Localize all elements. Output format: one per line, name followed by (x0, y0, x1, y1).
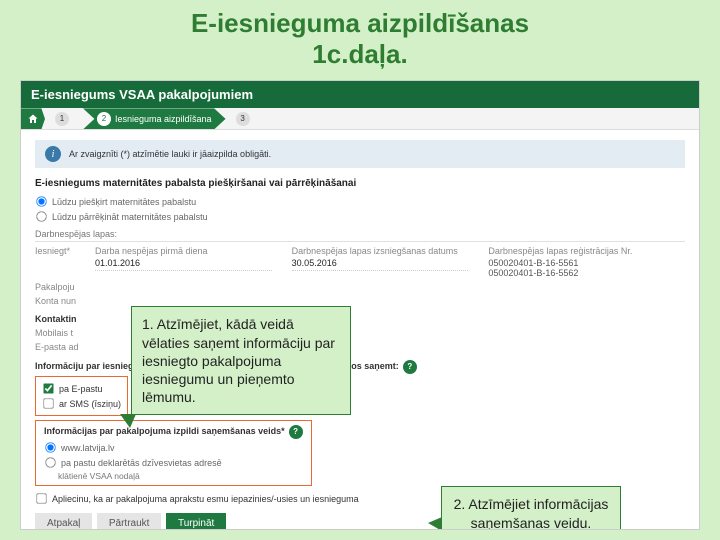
stop-button[interactable]: Pārtraukt (97, 513, 162, 530)
breadcrumb-step-1[interactable]: 1 (45, 108, 87, 129)
callout-1: 1. Atzīmējiet, kādā veidā vēlaties saņem… (131, 306, 351, 415)
form-title: E-iesniegums maternitātes pabalsta piešķ… (35, 178, 685, 189)
radio-latvija[interactable]: www.latvija.lv (44, 441, 303, 454)
info-text: Ar zvaigznīti (*) atzīmētie lauki ir jāa… (69, 149, 271, 159)
col3-head: Darbnespējas lapas reģistrācijas Nr. (488, 246, 685, 256)
submit-label: Iesniegt* (35, 246, 95, 278)
check-email[interactable]: pa E-pastu (42, 382, 121, 395)
highlight-delivery-method: Informācijas par pakalpojuma izpildi saņ… (35, 420, 312, 486)
app-header: E-iesniegums VSAA pakalpojumiem (21, 81, 699, 108)
breadcrumb: 1 2Iesnieguma aizpildīšana 3 (21, 108, 699, 130)
continue-button[interactable]: Turpināt (166, 513, 226, 530)
breadcrumb-step-3[interactable]: 3 (226, 108, 268, 129)
slide-title: E-iesnieguma aizpildīšanas1c.daļa. (0, 0, 720, 74)
col2-val: 30.05.2016 (292, 258, 469, 271)
col1-head: Darba nespējas pirmā diena (95, 246, 292, 256)
radio-inperson: klātienē VSAA nodaļā (58, 471, 303, 481)
info-icon: i (45, 146, 61, 162)
help-icon-2[interactable]: ? (289, 425, 303, 439)
radio-post[interactable]: pa pastu deklarētās dzīvesvietas adresē (44, 456, 303, 469)
label-konta: Konta nun (35, 296, 685, 306)
back-button[interactable]: Atpakaļ (35, 513, 92, 530)
delivery-method-title: Informācijas par pakalpojuma izpildi saņ… (44, 425, 303, 439)
callout-2: 2. Atzīmējiet informācijas saņemšanas ve… (441, 486, 621, 530)
col1-val: 01.01.2016 (95, 258, 272, 271)
home-icon[interactable] (21, 108, 45, 129)
help-icon[interactable]: ? (403, 360, 417, 374)
radio-grant[interactable]: Lūdzu piešķirt maternitātes pabalstu (35, 195, 685, 208)
info-bar: i Ar zvaigznīti (*) atzīmētie lauki ir j… (35, 140, 685, 168)
form-content: i Ar zvaigznīti (*) atzīmētie lauki ir j… (21, 130, 699, 530)
dnl-table: Iesniegt* Darba nespējas pirmā diena 01.… (35, 246, 685, 278)
col3-val2: 050020401-B-16-5562 (488, 268, 685, 278)
col3-val1: 050020401-B-16-5561 (488, 258, 685, 268)
col2-head: Darbnespējas lapas izsniegšanas datums (292, 246, 489, 256)
app-window: E-iesniegums VSAA pakalpojumiem 1 2Iesni… (20, 80, 700, 530)
label-pakalp: Pakalpoju (35, 282, 685, 292)
radio-recalc[interactable]: Lūdzu pārrēķināt maternitātes pabalstu (35, 210, 685, 223)
highlight-delivery-channels: pa E-pastu ar SMS (īsziņu) (35, 376, 128, 416)
check-sms[interactable]: ar SMS (īsziņu) (42, 397, 121, 410)
breadcrumb-step-2[interactable]: 2Iesnieguma aizpildīšana (83, 108, 226, 129)
dnl-heading: Darbnespējas lapas: (35, 229, 685, 242)
